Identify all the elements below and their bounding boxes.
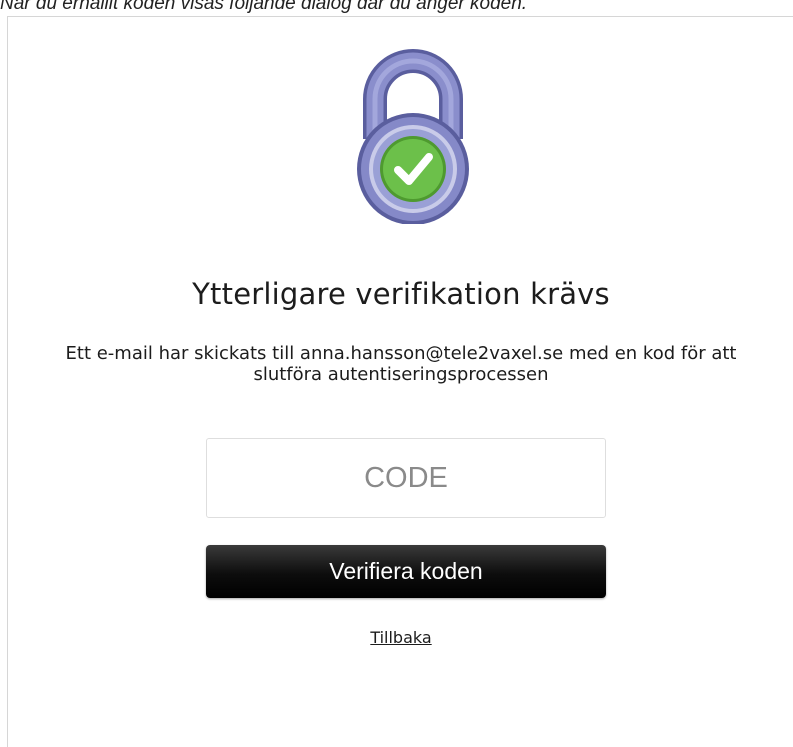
back-link[interactable]: Tillbaka (370, 628, 431, 647)
dialog-title: Ytterligare verifikation krävs (192, 277, 610, 311)
back-link-container: Tillbaka (8, 628, 793, 647)
verification-dialog: Ytterligare verifikation krävs Ett e-mai… (7, 16, 793, 747)
instruction-caption: När du erhållit koden visas följande dia… (0, 0, 528, 13)
verify-code-button[interactable]: Verifiera koden (206, 545, 606, 598)
code-input[interactable] (206, 438, 606, 518)
verification-message: Ett e-mail har skickats till anna.hansso… (65, 343, 737, 385)
padlock-check-icon (357, 49, 469, 224)
